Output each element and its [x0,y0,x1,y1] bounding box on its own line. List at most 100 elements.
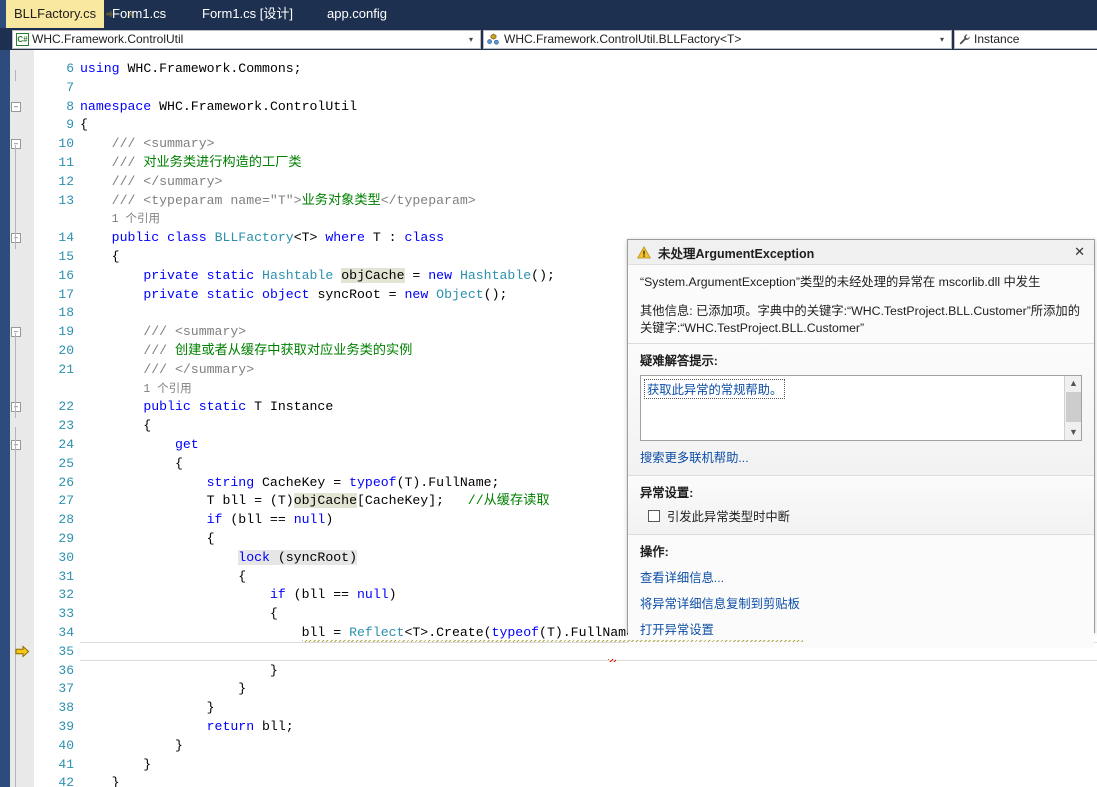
code-line[interactable]: if (bll == null) [80,511,334,530]
code-line[interactable]: /// </summary> [80,173,223,192]
line-number-gutter: 6 7 8 9 10 11 12 13 14 15 16 17 18 19 20 21 22 23 24 25 26 27… [34,50,80,787]
code-line[interactable]: /// <summary> [80,323,246,342]
line-number: 12 [58,173,74,189]
break-on-exception-row[interactable]: 引发此异常类型时中断 [648,507,1082,525]
fold-toggle-icon[interactable]: – [11,440,21,450]
code-line[interactable]: public class BLLFactory<T> where T : cla… [80,229,444,248]
line-number: 41 [58,756,74,772]
exception-helper-dialog[interactable]: 未处理ArgumentException ✕ “System.ArgumentE… [627,239,1095,648]
code-line[interactable]: { [80,605,278,624]
code-line[interactable]: using WHC.Framework.Commons; [80,60,302,79]
code-line[interactable]: /// </summary> [80,361,254,380]
line-number: 30 [58,549,74,565]
namespace-dropdown-value: WHC.Framework.ControlUtil [32,32,184,46]
line-number: 19 [58,324,74,340]
code-line[interactable]: } [80,774,120,787]
code-line[interactable]: } [80,756,151,775]
code-line[interactable]: /// <summary> [80,135,215,154]
fold-toggle-icon[interactable]: – [11,233,21,244]
exception-action-link[interactable]: 打开异常设置 [640,620,1082,638]
line-number: 25 [58,455,74,471]
search-more-online-help-link[interactable]: 搜索更多联机帮助... [640,448,1082,466]
fold-toggle-icon[interactable]: – [11,101,21,112]
code-line[interactable]: string CacheKey = typeof(T).FullName; [80,474,500,493]
code-line[interactable]: get [80,436,199,455]
line-number: 36 [58,662,74,678]
code-line[interactable]: /// 对业务类进行构造的工厂类 [80,154,302,173]
exception-action-link[interactable]: 查看详细信息... [640,568,1082,586]
line-number: 40 [58,737,74,753]
class-icon [487,33,501,46]
class-dropdown-value: WHC.Framework.ControlUtil.BLLFactory<T> [504,32,742,46]
code-line[interactable]: { [80,417,151,436]
exception-settings-section: 异常设置: 引发此异常类型时中断 [628,475,1094,534]
line-number: 14 [58,230,74,246]
code-line[interactable]: /// <typeparam name="T">业务对象类型</typepara… [80,192,476,211]
scroll-up-icon[interactable]: ▲ [1065,376,1081,391]
editor-tab-2[interactable]: Form1.cs [104,0,194,28]
code-line[interactable]: { [80,248,120,267]
tips-scrollbar[interactable]: ▲ ▼ [1064,376,1081,440]
line-number: 32 [58,587,74,603]
code-line[interactable]: namespace WHC.Framework.ControlUtil [80,98,357,117]
chevron-down-icon: ▾ [939,35,944,44]
break-on-exception-checkbox[interactable] [648,510,660,522]
code-line[interactable]: lock (syncRoot) [80,549,357,568]
member-dropdown[interactable]: Instance [954,30,1097,49]
line-number: 37 [58,681,74,697]
code-line[interactable]: } [80,699,215,718]
editor-indicator-bar [0,50,10,787]
general-help-link[interactable]: 获取此异常的常规帮助。 [644,379,786,399]
line-number: 35 [58,643,74,659]
line-number: 7 [66,79,74,95]
namespace-dropdown[interactable]: C# WHC.Framework.ControlUtil ▾ [12,30,481,49]
scrollbar-thumb[interactable] [1066,392,1081,422]
tab-label: app.config [327,6,387,21]
code-line[interactable]: T bll = (T)objCache[CacheKey]; //从缓存读取 [80,492,550,511]
scroll-down-icon[interactable]: ▼ [1065,425,1081,440]
code-line[interactable]: { [80,116,88,135]
code-line[interactable]: /// 创建或者从缓存中获取对应业务类的实例 [80,342,412,361]
code-line[interactable]: { [80,455,183,474]
line-number: 27 [58,493,74,509]
code-line[interactable]: private static Hashtable objCache = new … [80,267,555,286]
code-line[interactable]: } [80,737,183,756]
line-number: 21 [58,361,74,377]
fold-toggle-icon[interactable]: – [11,327,21,338]
fold-guide-line [15,333,16,418]
line-number: 20 [58,343,74,358]
line-number: 17 [58,286,74,302]
code-line[interactable]: if (bll == null) [80,586,397,605]
fold-toggle-icon[interactable]: – [11,402,21,413]
visual-studio-window: BLLFactory.cs ✕ Form1.cs Form1.cs [设计] app.c… [0,0,1097,787]
exception-actions-list: 查看详细信息... 将异常详细信息复制到剪贴板 打开异常设置 [640,568,1082,638]
code-line[interactable]: return bll; [80,718,294,737]
member-dropdown-value: Instance [974,32,1020,46]
code-line[interactable]: private static object syncRoot = new Obj… [80,286,507,305]
exception-message-primary: “System.ArgumentException”类型的未经处理的异常在 ms… [640,275,1041,289]
troubleshooting-tips-box[interactable]: 获取此异常的常规帮助。 ▲ ▼ [640,375,1082,441]
editor-tab-4[interactable]: app.config [319,0,434,28]
code-line[interactable]: { [80,568,246,587]
code-line[interactable]: } [80,680,246,699]
line-number: 10 [58,136,74,152]
fold-toggle-icon[interactable]: – [11,139,21,150]
code-line[interactable]: 1 个引用 [80,210,160,230]
close-icon[interactable]: ✕ [1071,244,1088,260]
code-line[interactable]: 1 个引用 [80,380,191,400]
break-on-exception-label: 引发此异常类型时中断 [667,510,790,524]
editor-tab-3[interactable]: Form1.cs [设计] [194,0,319,28]
fold-guide-line [15,427,16,787]
line-number: 33 [58,606,74,622]
code-warning-underline [302,640,803,642]
class-dropdown[interactable]: WHC.Framework.ControlUtil.BLLFactory<T> … [483,30,952,49]
exception-message-body: “System.ArgumentException”类型的未经处理的异常在 ms… [628,265,1094,343]
code-line[interactable]: } [80,662,278,681]
code-line[interactable]: public static T Instance [80,398,333,417]
glyph-margin[interactable]: – – – – – – [10,50,34,787]
editor-tab-1[interactable]: BLLFactory.cs ✕ [6,0,136,28]
code-line[interactable]: { [80,530,215,549]
exception-action-link[interactable]: 将异常详细信息复制到剪贴板 [640,594,1082,612]
editor-tab-strip: BLLFactory.cs ✕ Form1.cs Form1.cs [设计] app.c… [0,0,1097,28]
code-error-squiggle [608,658,616,662]
